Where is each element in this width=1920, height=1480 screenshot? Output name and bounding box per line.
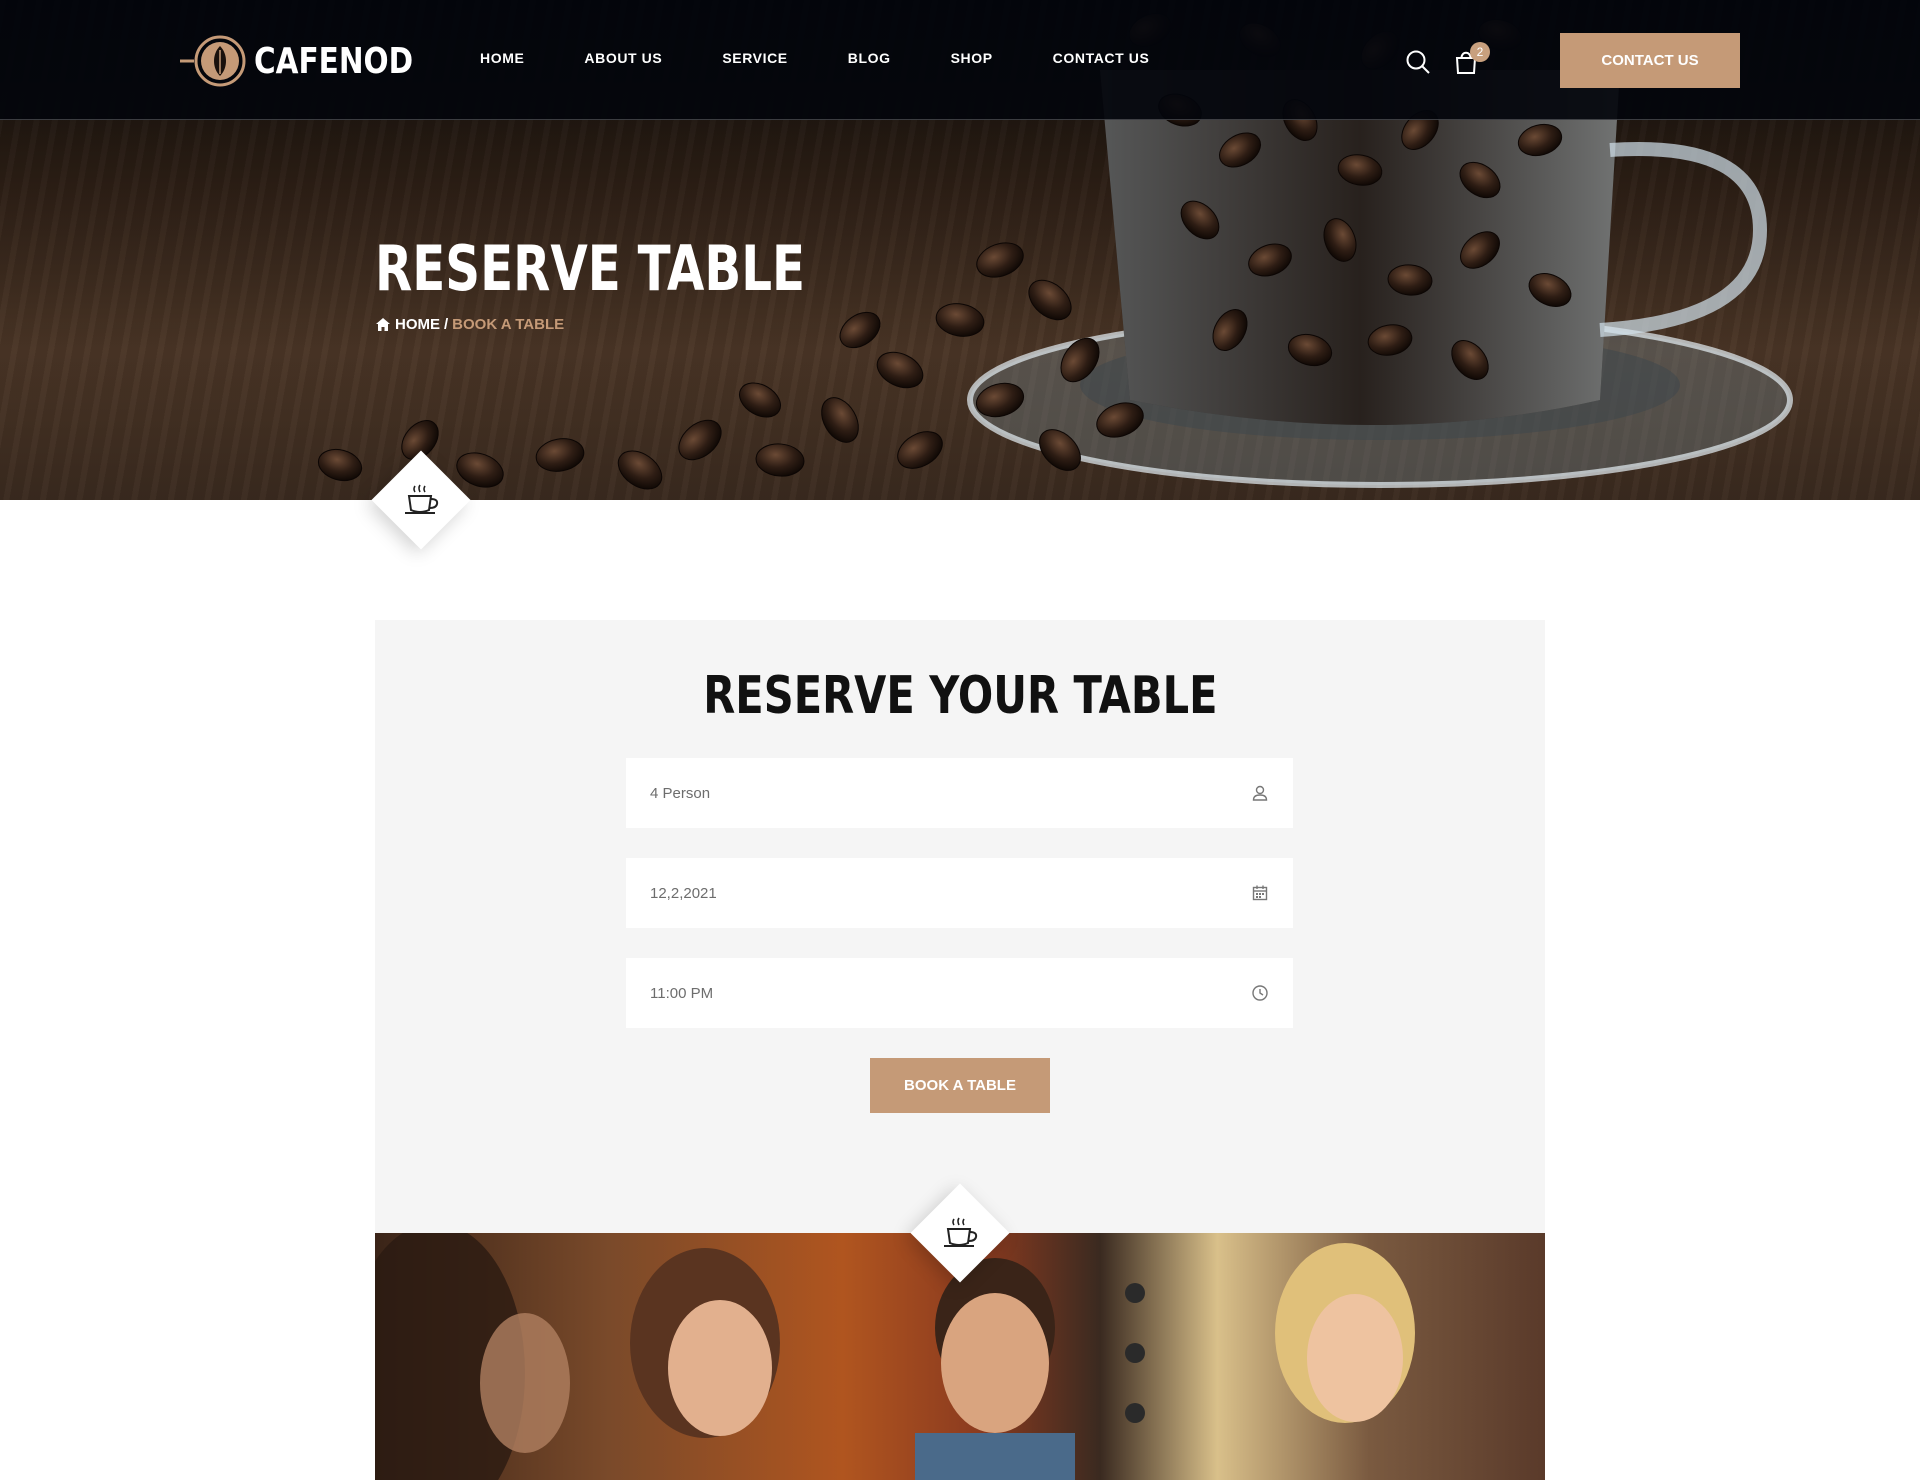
reservation-title-text: RESERVE YOUR TABLE (702, 666, 1218, 726)
breadcrumb-separator: / (444, 316, 449, 333)
nav-item-blog[interactable]: BLOG (848, 50, 891, 66)
coffee-cup-logo-icon (180, 35, 246, 87)
nav-item-service[interactable]: SERVICE (722, 50, 787, 66)
home-icon (376, 318, 390, 331)
calendar-icon (1252, 885, 1268, 901)
time-value: 11:00 PM (650, 984, 714, 1002)
nav-item-shop[interactable]: SHOP (951, 50, 993, 66)
contact-us-button[interactable]: CONTACT US (1560, 33, 1740, 88)
nav-item-contact-us[interactable]: CONTACT US (1053, 50, 1150, 66)
breadcrumb-current: BOOK A TABLE (452, 316, 565, 333)
date-field[interactable]: 12,2,2021 (626, 858, 1293, 928)
breadcrumb: HOME / BOOK A TABLE (375, 316, 564, 333)
date-value: 12,2,2021 (650, 884, 717, 902)
brand-name: CAFENOD (254, 40, 414, 82)
main-nav: HOME ABOUT US SERVICE BLOG SHOP CONTACT … (480, 50, 1149, 66)
persons-value: 4 Person (650, 784, 711, 802)
hot-coffee-cup-icon (399, 478, 443, 522)
page-title: RESERVE TABLE (375, 232, 806, 305)
persons-field[interactable]: 4 Person (626, 758, 1293, 828)
brand-logo[interactable]: CAFENOD (178, 34, 448, 88)
book-a-table-button[interactable]: BOOK A TABLE (870, 1058, 1050, 1113)
breadcrumb-home-label: HOME (395, 316, 440, 333)
time-field[interactable]: 11:00 PM (626, 958, 1293, 1028)
clock-icon (1252, 985, 1268, 1001)
hot-coffee-cup-icon-2 (938, 1211, 982, 1255)
user-icon (1252, 785, 1268, 801)
breadcrumb-home[interactable]: HOME (375, 316, 440, 333)
reservation-title: RESERVE YOUR TABLE (0, 666, 1920, 726)
nav-item-about-us[interactable]: ABOUT US (584, 50, 662, 66)
cart-count-badge: 2 (1470, 42, 1490, 62)
search-icon[interactable] (1404, 48, 1432, 76)
nav-item-home[interactable]: HOME (480, 50, 524, 66)
page: CAFENOD HOME ABOUT US SERVICE BLOG SHOP … (0, 0, 1920, 1480)
